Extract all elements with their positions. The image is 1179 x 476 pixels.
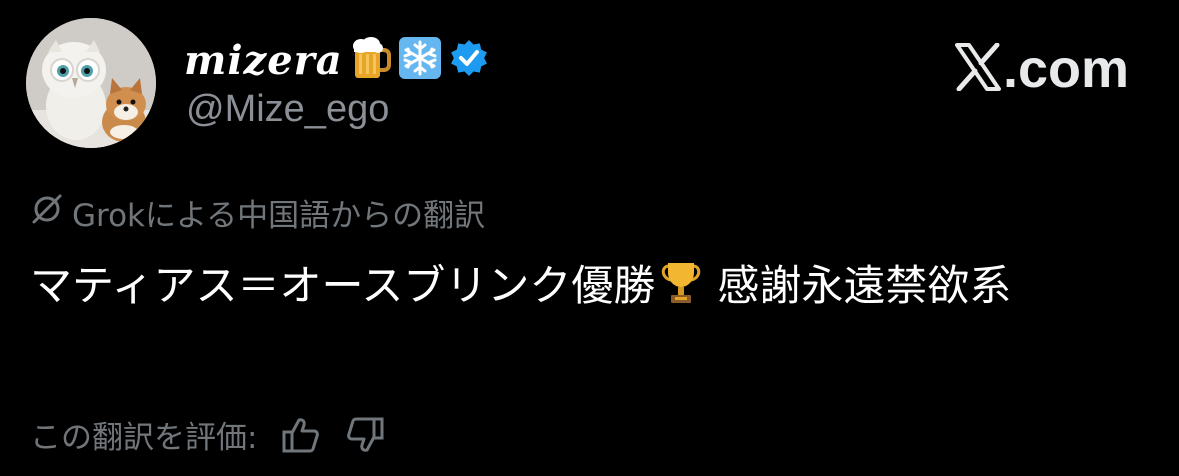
- beer-mug-icon: [351, 36, 391, 84]
- tweet-text-part1: マティアス＝オースブリンク優勝: [30, 261, 656, 310]
- thumbs-down-icon: [347, 417, 384, 452]
- thumbs-up-icon: [282, 417, 320, 452]
- snowflake-icon: [398, 37, 441, 83]
- author-display-name[interactable]: mizera: [184, 37, 343, 84]
- thumbs-down-button[interactable]: [345, 416, 385, 454]
- brand-logo: .com: [954, 38, 1129, 100]
- author-name-row: mizera: [184, 30, 489, 90]
- verified-badge-icon: [449, 38, 489, 82]
- translation-note-text: Grokによる中国語からの翻訳: [72, 198, 486, 234]
- translation-note: Grokによる中国語からの翻訳: [30, 190, 485, 235]
- brand-domain: .com: [1002, 39, 1129, 99]
- trophy-icon: [659, 258, 703, 326]
- avatar[interactable]: [26, 18, 156, 148]
- rating-prompt: この翻訳を評価:: [30, 420, 258, 456]
- translation-rating: この翻訳を評価:: [30, 412, 385, 457]
- tweet-text: マティアス＝オースブリンク優勝 感謝永遠禁欲系: [30, 252, 1140, 326]
- author-handle[interactable]: @Mize_ego: [186, 88, 389, 131]
- x-logo-icon: [954, 42, 1001, 95]
- grok-icon: [30, 192, 64, 234]
- tweet-text-part2: 感謝永遠禁欲系: [717, 261, 1012, 310]
- thumbs-up-button[interactable]: [281, 416, 321, 454]
